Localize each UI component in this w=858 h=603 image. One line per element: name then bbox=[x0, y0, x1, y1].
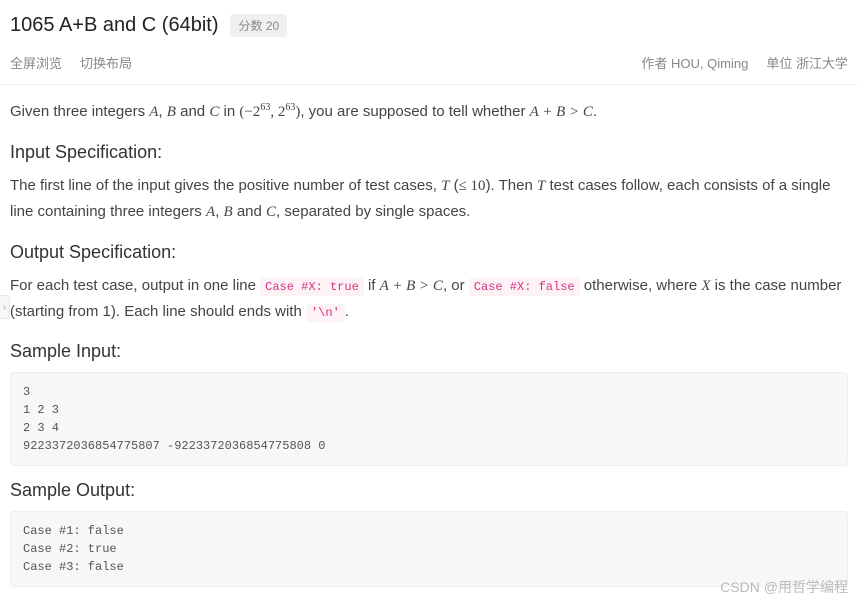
input-spec-paragraph: The first line of the input gives the po… bbox=[10, 173, 848, 226]
intro-paragraph: Given three integers A, B and C in (−263… bbox=[10, 99, 848, 126]
code-true: Case #X: true bbox=[260, 278, 364, 296]
sample-input-block: 3 1 2 3 2 3 4 9223372036854775807 -92233… bbox=[10, 372, 848, 466]
code-false: Case #X: false bbox=[469, 278, 580, 296]
sample-output-heading: Sample Output: bbox=[10, 480, 848, 501]
expand-handle-icon[interactable]: › bbox=[0, 295, 10, 319]
switch-layout-link[interactable]: 切换布局 bbox=[80, 53, 132, 72]
header: 1065 A+B and C (64bit) 分数 20 bbox=[0, 0, 858, 45]
sample-input-heading: Sample Input: bbox=[10, 341, 848, 362]
unit-info: 单位 浙江大学 bbox=[766, 53, 848, 72]
output-spec-heading: Output Specification: bbox=[10, 242, 848, 263]
page-title: 1065 A+B and C (64bit) bbox=[10, 14, 218, 37]
subbar: 全屏浏览 切换布局 作者 HOU, Qiming 单位 浙江大学 bbox=[0, 45, 858, 85]
sample-output-block: Case #1: false Case #2: true Case #3: fa… bbox=[10, 511, 848, 587]
code-newline: '\n' bbox=[306, 304, 345, 322]
score-badge: 分数 20 bbox=[230, 14, 287, 37]
output-spec-paragraph: For each test case, output in one line C… bbox=[10, 273, 848, 325]
content: Given three integers A, B and C in (−263… bbox=[0, 99, 858, 587]
input-spec-heading: Input Specification: bbox=[10, 142, 848, 163]
fullscreen-link[interactable]: 全屏浏览 bbox=[10, 53, 62, 72]
author-info: 作者 HOU, Qiming bbox=[641, 53, 748, 72]
subbar-left: 全屏浏览 切换布局 bbox=[10, 53, 132, 72]
subbar-right: 作者 HOU, Qiming 单位 浙江大学 bbox=[641, 53, 848, 72]
